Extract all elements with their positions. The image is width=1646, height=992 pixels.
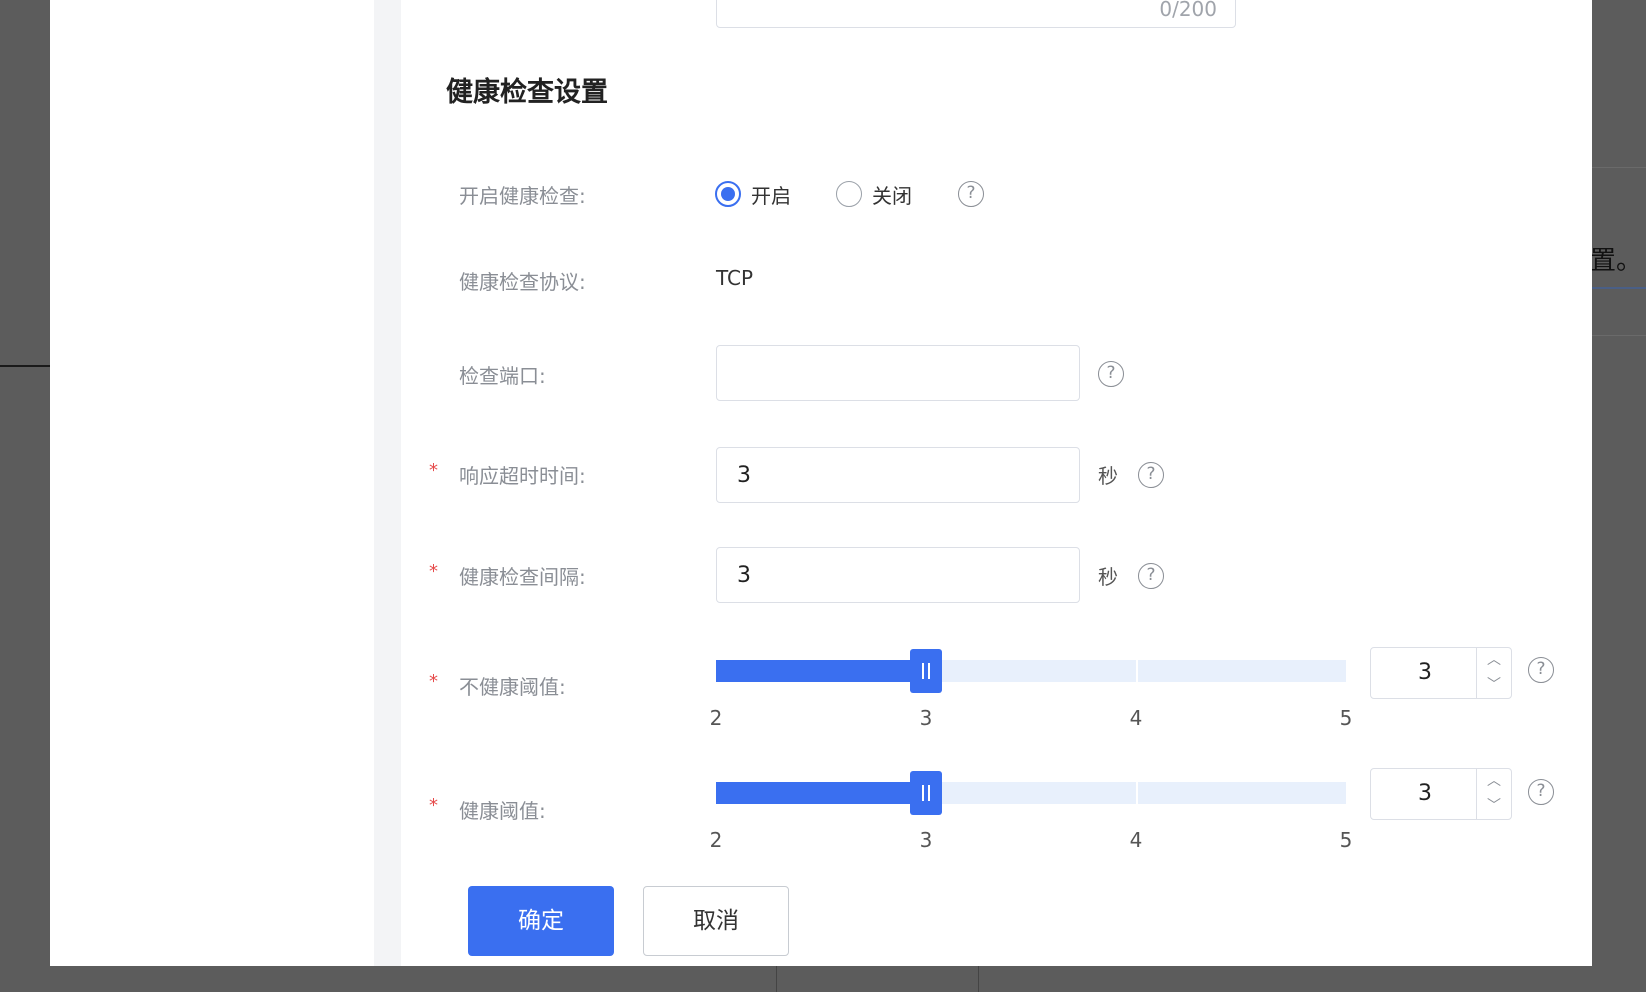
healthy-threshold-slider[interactable] (716, 771, 1348, 815)
radio-enable[interactable] (715, 181, 741, 207)
help-icon[interactable]: ? (1098, 361, 1124, 387)
stepper-up-icon[interactable]: ︿ (1477, 648, 1511, 673)
unhealthy-threshold-slider[interactable] (716, 649, 1348, 693)
cancel-button[interactable]: 取消 (643, 886, 789, 956)
background-text: 置。 (1590, 246, 1643, 276)
slider-tick: 5 (1339, 828, 1353, 852)
slider-tick: 4 (1129, 828, 1143, 852)
required-mark: * (429, 795, 438, 816)
unhealthy-threshold-stepper[interactable]: 3 ︿ ﹀ (1370, 647, 1512, 699)
slider-divider (1346, 782, 1348, 804)
check-interval-input[interactable]: 3 (716, 547, 1080, 603)
background-divider (1591, 287, 1646, 289)
background-divider (1591, 335, 1646, 336)
unhealthy-threshold-label: 不健康阈值: (459, 675, 566, 699)
stepper-buttons: ︿ ﹀ (1476, 769, 1511, 819)
response-timeout-input[interactable]: 3 (716, 447, 1080, 503)
required-mark: * (429, 460, 438, 481)
protocol-value: TCP (716, 266, 754, 290)
background-divider (0, 365, 50, 367)
slider-handle[interactable] (910, 771, 942, 815)
radio-disable[interactable] (836, 181, 862, 207)
help-icon[interactable]: ? (1138, 462, 1164, 488)
section-title: 健康检查设置 (446, 77, 608, 108)
slider-handle[interactable] (910, 649, 942, 693)
healthy-threshold-label: 健康阈值: (459, 799, 546, 823)
slider-divider (1136, 660, 1138, 682)
slider-tick: 2 (709, 828, 723, 852)
background-divider (776, 965, 777, 992)
required-mark: * (429, 561, 438, 582)
seconds-unit: 秒 (1098, 565, 1118, 589)
slider-tick: 5 (1339, 706, 1353, 730)
slider-tick: 3 (919, 706, 933, 730)
check-port-input[interactable] (716, 345, 1080, 401)
slider-tick: 3 (919, 828, 933, 852)
slider-fill (716, 660, 926, 682)
stepper-up-icon[interactable]: ︿ (1477, 769, 1511, 794)
seconds-unit: 秒 (1098, 464, 1118, 488)
background-divider (978, 965, 979, 992)
confirm-button[interactable]: 确定 (468, 886, 614, 956)
slider-divider (1346, 660, 1348, 682)
stepper-down-icon[interactable]: ﹀ (1477, 794, 1511, 819)
stepper-value[interactable]: 3 (1371, 648, 1479, 698)
check-port-label: 检查端口: (459, 364, 546, 388)
background-divider (1591, 167, 1646, 168)
help-icon[interactable]: ? (1138, 563, 1164, 589)
slider-tick: 4 (1129, 706, 1143, 730)
required-mark: * (429, 671, 438, 692)
drawer-gutter (374, 0, 401, 966)
slider-fill (716, 782, 926, 804)
stepper-value[interactable]: 3 (1371, 769, 1479, 819)
help-icon[interactable]: ? (1528, 779, 1554, 805)
radio-disable-label[interactable]: 关闭 (872, 180, 912, 209)
radio-enable-label[interactable]: 开启 (751, 180, 791, 209)
help-icon[interactable]: ? (958, 181, 984, 207)
healthy-threshold-stepper[interactable]: 3 ︿ ﹀ (1370, 768, 1512, 820)
help-icon[interactable]: ? (1528, 657, 1554, 683)
description-textarea[interactable]: 0/200 (716, 0, 1236, 28)
check-interval-label: 健康检查间隔: (459, 565, 586, 589)
response-timeout-label: 响应超时时间: (459, 464, 586, 488)
stepper-buttons: ︿ ﹀ (1476, 648, 1511, 698)
slider-divider (1136, 782, 1138, 804)
stepper-down-icon[interactable]: ﹀ (1477, 673, 1511, 698)
char-counter: 0/200 (1159, 0, 1217, 21)
slider-tick: 2 (709, 706, 723, 730)
protocol-label: 健康检查协议: (459, 270, 586, 294)
enable-health-check-label: 开启健康检查: (459, 184, 586, 208)
